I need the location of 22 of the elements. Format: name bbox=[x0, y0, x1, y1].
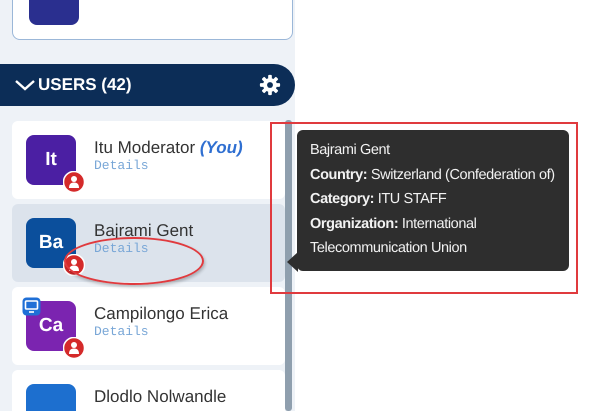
settings-button[interactable] bbox=[259, 74, 281, 96]
users-section-toggle[interactable]: USERS (42) bbox=[14, 72, 132, 98]
user-name: Bajrami Gent bbox=[94, 221, 194, 242]
tooltip-text: Category: ITU STAFF bbox=[310, 190, 448, 209]
tooltip-text: Country: Switzerland (Confederation of) bbox=[310, 166, 556, 184]
user-name: Itu Moderator (You) bbox=[94, 138, 243, 158]
scrollbar[interactable] bbox=[285, 120, 292, 411]
user-list-item[interactable]: Dlodlo Nolwandle bbox=[12, 370, 285, 411]
user-avatar: It bbox=[26, 135, 76, 185]
tooltip-text: Bajrami Gent bbox=[310, 141, 391, 160]
user-avatar: Ba bbox=[26, 218, 76, 268]
tooltip-text: Organization: International Telecommunication Union bbox=[310, 214, 478, 258]
user-name: Campilongo Erica bbox=[94, 304, 228, 324]
user-list-item[interactable]: Ca Campilongo Erica Details bbox=[12, 287, 285, 365]
person-badge-icon bbox=[63, 171, 85, 193]
chevron-down-icon bbox=[14, 78, 36, 92]
user-list-item[interactable]: It Itu Moderator (You) Details bbox=[12, 121, 285, 199]
person-badge-icon bbox=[63, 254, 85, 276]
user-name: Dlodlo Nolwandle bbox=[94, 387, 226, 408]
user-list-item[interactable]: Ba Bajrami Gent Details bbox=[12, 204, 285, 282]
settings-icon bbox=[259, 74, 281, 96]
person-badge-icon bbox=[63, 337, 85, 359]
